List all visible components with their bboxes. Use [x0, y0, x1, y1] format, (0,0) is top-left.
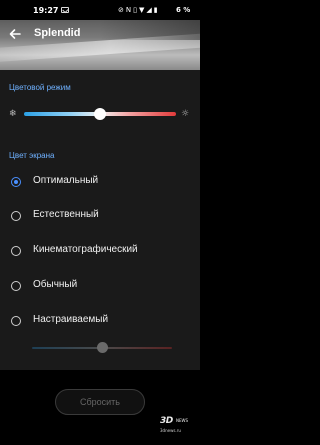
signal-icon: ◢ — [146, 6, 152, 14]
option-natural-label: Естественный — [33, 209, 99, 220]
message-icon — [61, 7, 69, 13]
battery-percent: 6 % — [176, 6, 191, 14]
option-cinematic[interactable]: Кинематографический — [0, 240, 200, 262]
nfc-icon: N — [125, 6, 132, 14]
color-mode-label: Цветовой режим — [9, 83, 71, 92]
snowflake-icon: ❄ — [9, 109, 17, 119]
option-custom[interactable]: Настраиваемый — [0, 310, 200, 332]
custom-color-thumb — [96, 342, 108, 353]
custom-color-slider — [32, 342, 172, 354]
header-banner: Splendid — [0, 20, 200, 70]
option-optimal[interactable]: Оптимальный — [0, 171, 200, 193]
vibrate-icon: ▯ — [133, 6, 137, 14]
radio-custom[interactable] — [11, 316, 21, 326]
option-optimal-label: Оптимальный — [33, 175, 99, 186]
radio-optimal[interactable] — [11, 177, 21, 187]
banner-shadow — [100, 20, 200, 40]
watermark-logo: 3D NEWS 3dnews.ru — [160, 416, 196, 438]
radio-cinematic[interactable] — [11, 246, 21, 256]
color-temperature-thumb[interactable] — [94, 108, 106, 120]
battery-icon: ▮ — [153, 6, 158, 14]
sun-icon: ☼ — [181, 109, 190, 119]
status-icons: ⊘ N ▯ ▼ ◢ ▮ — [118, 6, 160, 14]
radio-normal[interactable] — [11, 281, 21, 291]
page-title: Splendid — [34, 27, 81, 39]
watermark-news: NEWS — [176, 418, 189, 423]
wifi-icon: ▼ — [138, 6, 145, 14]
color-temperature-slider[interactable] — [24, 108, 176, 120]
option-cinematic-label: Кинематографический — [33, 244, 138, 255]
back-arrow-icon[interactable] — [8, 26, 22, 40]
watermark-url: 3dnews.ru — [160, 428, 181, 433]
option-normal[interactable]: Обычный — [0, 275, 200, 297]
status-time: 19:27 — [33, 6, 59, 15]
silent-icon: ⊘ — [118, 6, 124, 14]
option-normal-label: Обычный — [33, 279, 78, 290]
radio-natural[interactable] — [11, 211, 21, 221]
option-natural[interactable]: Естественный — [0, 205, 200, 227]
reset-button[interactable]: Сбросить — [55, 389, 145, 415]
watermark-brand: 3D — [160, 416, 173, 426]
option-custom-label: Настраиваемый — [33, 314, 109, 325]
status-bar: 19:27 ⊘ N ▯ ▼ ◢ ▮ 6 % — [0, 0, 200, 20]
screen-color-label: Цвет экрана — [9, 151, 55, 160]
